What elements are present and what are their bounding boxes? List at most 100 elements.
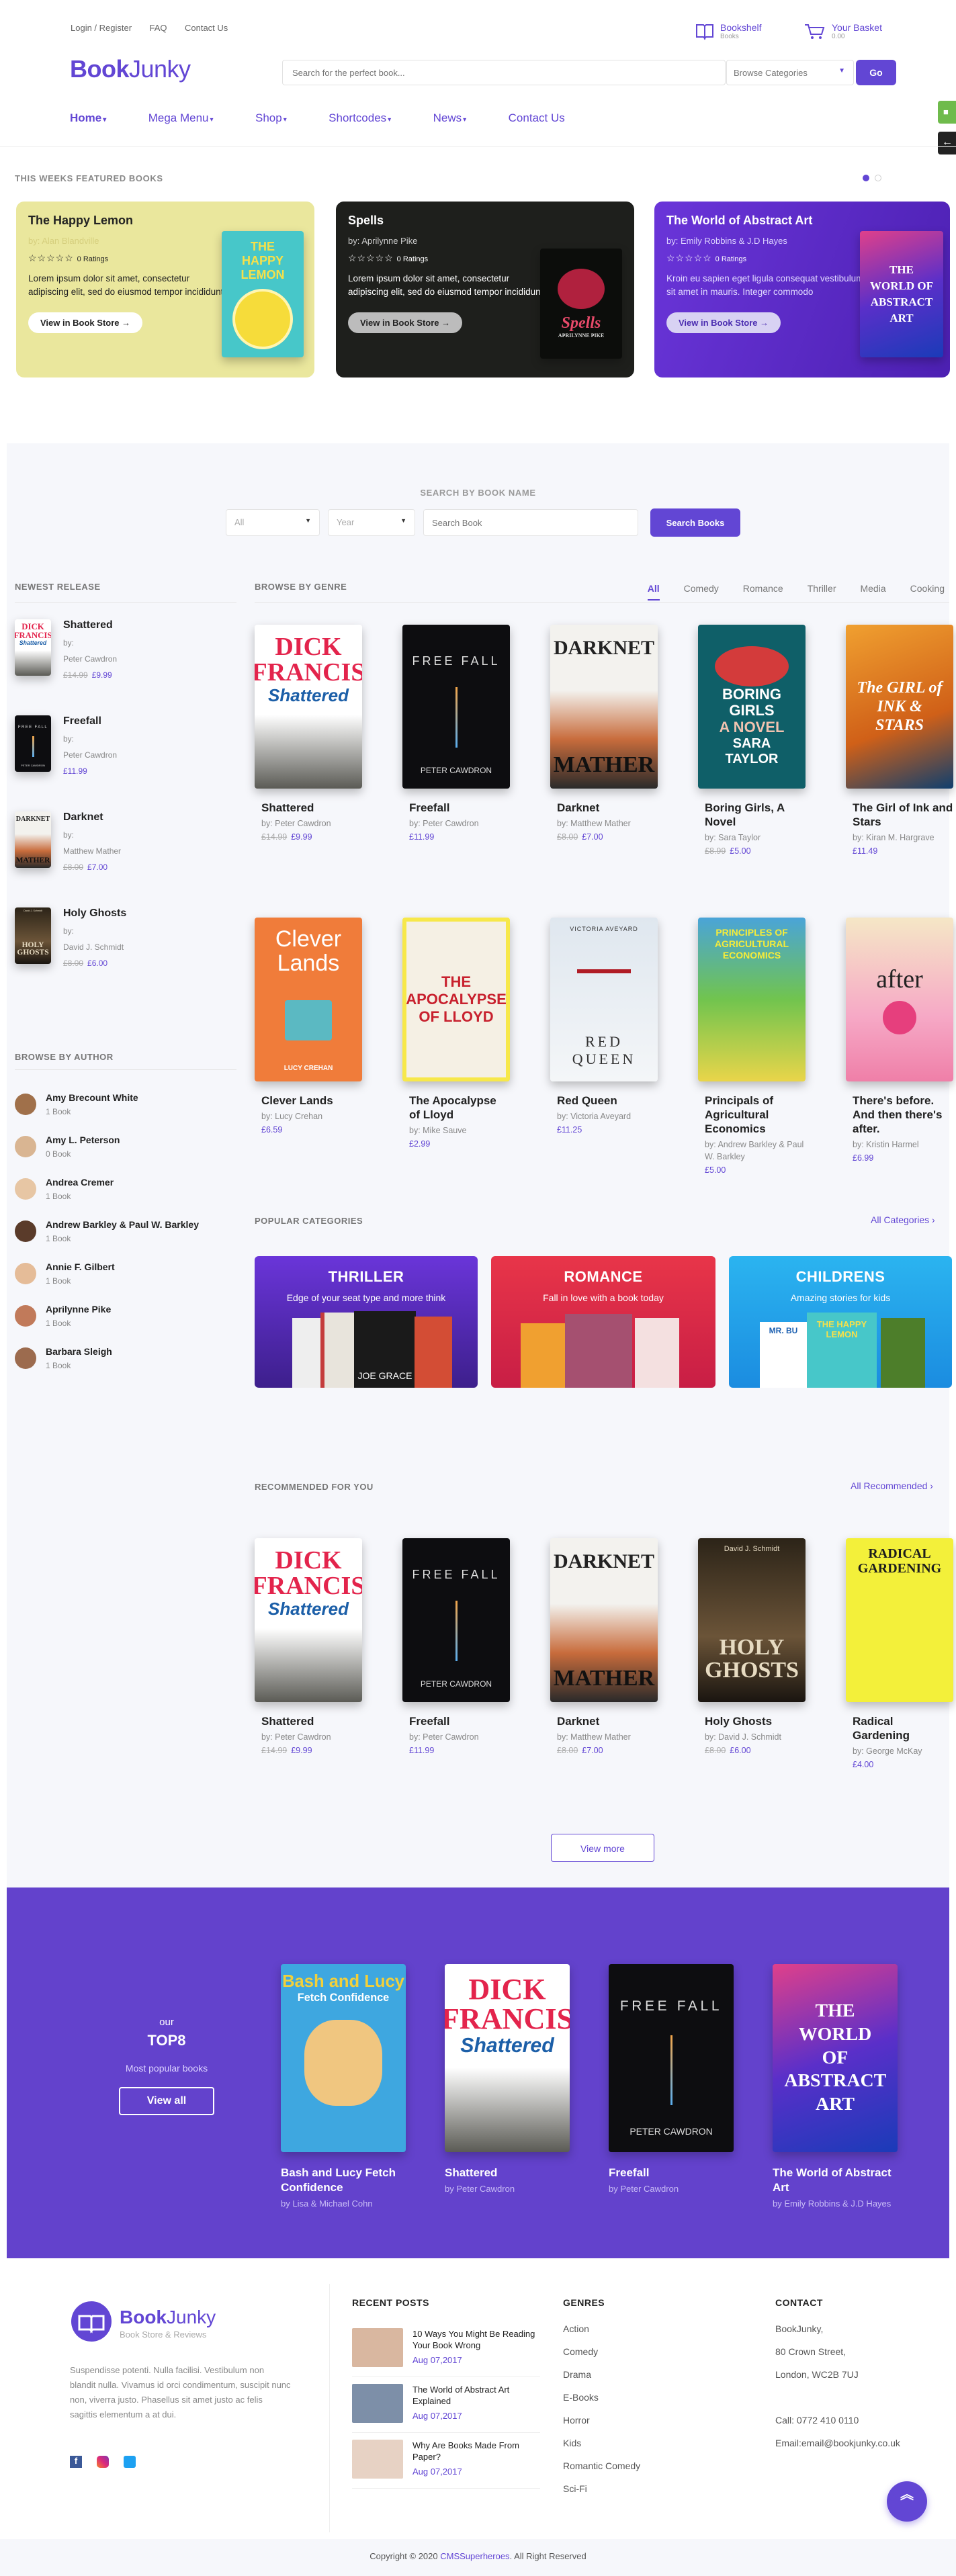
footer-genre-link[interactable]: Romantic Comedy <box>563 2454 640 2477</box>
view-in-store-button[interactable]: View in Book Store → <box>28 312 143 333</box>
facebook-icon[interactable]: f <box>70 2456 82 2468</box>
book-card[interactable]: Clever Lands LUCY CREHAN Clever Lands by:… <box>255 918 362 1135</box>
author-book-count: 0 Book <box>46 1149 71 1159</box>
contact-us-link[interactable]: Contact Us <box>185 23 228 33</box>
year-select[interactable]: Year ▼ <box>328 509 415 536</box>
carousel-dot[interactable] <box>875 175 881 181</box>
copyright-brand[interactable]: CMSSuperheroes <box>440 2551 509 2561</box>
author-row[interactable]: Annie F. Gilbert 1 Book <box>15 1261 115 1286</box>
book-card[interactable]: THE APOCALYPSE OF LLOYD The Apocalypse o… <box>402 918 510 1149</box>
book-price: £11.99 <box>409 1746 510 1755</box>
author-row[interactable]: Aprilynne Pike 1 Book <box>15 1304 111 1328</box>
sidebar-book[interactable]: DICK FRANCIS Shattered Shattered by: Peter … <box>15 619 117 680</box>
tab-romance[interactable]: Romance <box>743 583 783 601</box>
contact-email[interactable]: Email:email@bookjunky.co.uk <box>775 2432 900 2454</box>
book-card[interactable]: DARKNET MATHER Darknet by: Matthew Mather… <box>550 1538 658 1755</box>
instagram-icon[interactable] <box>97 2456 109 2468</box>
top8-book[interactable]: FREE FALL PETER CAWDRON Freefall by Peter C… <box>609 1964 734 2195</box>
footer-genre-link[interactable]: Comedy <box>563 2340 640 2363</box>
category-romance[interactable]: ROMANCE Fall in love with a book today <box>491 1256 715 1388</box>
book-card[interactable]: RADICAL GARDENING Radical Gardening by: … <box>846 1538 953 1769</box>
view-more-button[interactable]: View more <box>551 1834 654 1862</box>
book-card[interactable]: BORING GIRLS A NOVEL SARA TAYLOR Boring Gi… <box>698 625 806 856</box>
footer-genre-link[interactable]: Drama <box>563 2363 640 2386</box>
side-back-tab[interactable]: ← <box>938 132 956 154</box>
login-register-link[interactable]: Login / Register <box>71 23 132 33</box>
view-in-store-label: View in Book Store <box>679 318 758 328</box>
author-row[interactable]: Barbara Sleigh 1 Book <box>15 1346 112 1370</box>
book-card[interactable]: VICTORIA AVEYARD RED QUEEN Red Queen by: … <box>550 918 658 1135</box>
book-price: £2.99 <box>409 1139 510 1149</box>
book-card[interactable]: PRINCIPLES OF AGRICULTURAL ECONOMICS Pri… <box>698 918 806 1175</box>
basket-link[interactable]: Your Basket 0.00 <box>803 22 882 44</box>
old-price: £8.00 <box>63 862 84 872</box>
book-card[interactable]: DARKNET MATHER Darknet by: Matthew Mather… <box>550 625 658 842</box>
nav-contact[interactable]: Contact Us <box>509 112 565 124</box>
book-author: Peter Cawdron <box>63 654 118 664</box>
author-row[interactable]: Andrew Barkley & Paul W. Barkley 1 Book <box>15 1219 199 1243</box>
tab-media[interactable]: Media <box>860 583 885 601</box>
author-row[interactable]: Andrea Cremer 1 Book <box>15 1177 114 1201</box>
top8-book[interactable]: THE WORLD OF ABSTRACT ART The World of Ab… <box>773 1964 898 2210</box>
genre-select[interactable]: All ▼ <box>226 509 320 536</box>
book-card[interactable]: DICK FRANCIS Shattered Shattered by: Peter… <box>255 1538 362 1755</box>
nav-shortcodes[interactable]: Shortcodes ▾ <box>329 112 391 124</box>
search-input[interactable] <box>283 60 713 85</box>
avatar <box>15 1347 36 1369</box>
author-row[interactable]: Amy Brecount White 1 Book <box>15 1092 138 1116</box>
footer-genre-link[interactable]: Action <box>563 2317 640 2340</box>
book-price: £8.00 £7.00 <box>63 862 121 872</box>
scroll-top-button[interactable]: ︽ <box>887 2481 927 2522</box>
faq-link[interactable]: FAQ <box>150 23 167 33</box>
tab-all[interactable]: All <box>647 583 660 601</box>
footer-genre-link[interactable]: Sci-Fi <box>563 2477 640 2500</box>
chevron-down-icon: ▾ <box>283 116 287 124</box>
book-card[interactable]: FREE FALL PETER CAWDRON Freefall by: Pete… <box>402 1538 510 1755</box>
recent-post[interactable]: The World of Abstract Art Explained Aug 0… <box>352 2377 540 2433</box>
cover-author: SARA TAYLOR <box>725 736 779 766</box>
top8-book[interactable]: DICK FRANCIS Shattered Shattered by Peter Ca… <box>445 1964 570 2195</box>
footer-logo[interactable]: BookJunky Book Store & Reviews <box>70 2300 216 2346</box>
recent-post[interactable]: 10 Ways You Might Be Reading Your Book W… <box>352 2321 540 2377</box>
tab-comedy[interactable]: Comedy <box>684 583 719 601</box>
book-card[interactable]: FREE FALL PETER CAWDRON Freefall by: Pete… <box>402 625 510 842</box>
search-go-button[interactable]: Go <box>856 60 896 85</box>
all-recommended-link[interactable]: All Recommended › <box>851 1480 933 1491</box>
footer-genre-link[interactable]: E-Books <box>563 2386 640 2409</box>
tab-cooking[interactable]: Cooking <box>910 583 945 601</box>
nav-mega-menu[interactable]: Mega Menu ▾ <box>148 112 214 124</box>
author-row[interactable]: Amy L. Peterson 0 Book <box>15 1135 120 1159</box>
category-select[interactable]: Browse Categories ▼ <box>726 60 854 85</box>
nav-home[interactable]: Home ▾ <box>70 112 106 124</box>
cover-title: THE WORLD OF ABSTRACT ART <box>870 263 933 324</box>
category-childrens[interactable]: CHILDRENS Amazing stories for kids MR. B… <box>729 1256 952 1388</box>
bookshelf-link[interactable]: Bookshelf Books <box>695 22 761 44</box>
tab-thriller[interactable]: Thriller <box>808 583 836 601</box>
all-categories-link[interactable]: All Categories › <box>871 1214 935 1225</box>
view-in-store-button[interactable]: View in Book Store → <box>666 312 781 333</box>
side-cart-tab[interactable]: ■ <box>938 101 956 124</box>
view-all-button[interactable]: View all <box>119 2087 214 2115</box>
view-in-store-button[interactable]: View in Book Store → <box>348 312 463 333</box>
nav-news[interactable]: News ▾ <box>433 112 467 124</box>
book-card[interactable]: DICK FRANCIS Shattered Shattered by: Peter… <box>255 625 362 842</box>
search-books-button[interactable]: Search Books <box>650 508 740 537</box>
chevron-down-icon: ▾ <box>463 116 467 124</box>
sidebar-book[interactable]: DARKNET MATHER Darknet by: Matthew Mather … <box>15 811 121 872</box>
sidebar-book[interactable]: David J. Schmidt HOLY GHOSTS Holy Ghosts b… <box>15 907 126 968</box>
twitter-icon[interactable] <box>124 2456 136 2468</box>
nav-shop[interactable]: Shop ▾ <box>255 112 287 124</box>
book-card[interactable]: David J. Schmidt HOLY GHOSTS Holy Ghosts … <box>698 1538 806 1755</box>
book-search-input[interactable] <box>423 509 638 536</box>
top8-book[interactable]: Bash and Lucy Fetch Confidence Bash and Lu… <box>281 1964 406 2210</box>
carousel-dot-active[interactable] <box>863 175 869 181</box>
sidebar-book[interactable]: FREE FALL PETER CAWDRON Freefall by: Peter… <box>15 715 117 776</box>
book-card[interactable]: The GIRL of INK & STARS The Girl of Ink … <box>846 625 953 856</box>
category-thriller[interactable]: THRILLER Edge of your seat type and more… <box>255 1256 478 1388</box>
footer-genre-link[interactable]: Kids <box>563 2432 640 2454</box>
book-card[interactable]: after There's before. And then there's a… <box>846 918 953 1163</box>
logo[interactable]: BookJunky <box>70 55 191 83</box>
recent-post[interactable]: Why Are Books Made From Paper? Aug 07,201… <box>352 2433 540 2489</box>
book-cover: DICK FRANCIS Shattered <box>255 1538 362 1702</box>
footer-genre-link[interactable]: Horror <box>563 2409 640 2432</box>
